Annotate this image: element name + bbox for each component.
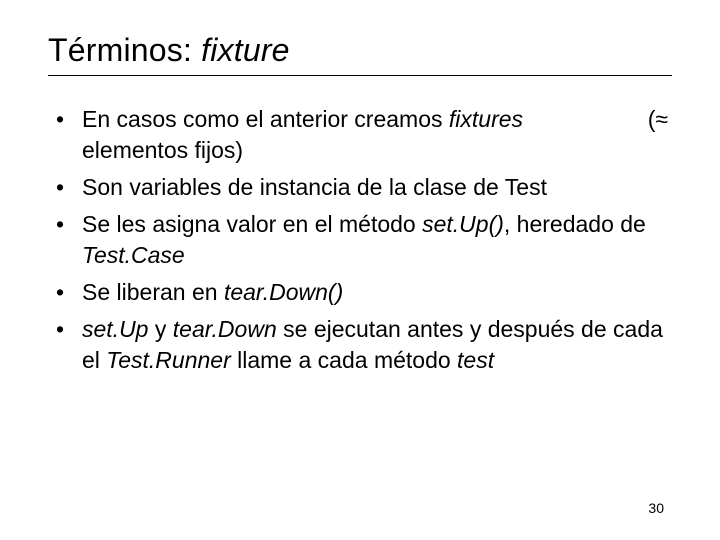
- bullet-text: , heredado de: [504, 211, 646, 237]
- list-item: Son variables de instancia de la clase d…: [56, 172, 668, 203]
- bullet-italic: Test.Runner: [106, 347, 230, 373]
- approx-symbol: (≈: [624, 104, 668, 135]
- bullet-italic: tear.Down: [173, 316, 277, 342]
- bullet-text: y: [148, 316, 172, 342]
- bullet-text: Son variables de instancia de la clase d…: [82, 174, 547, 200]
- bullet-text: Se les asigna valor en el método: [82, 211, 422, 237]
- bullet-italic: set.Up: [82, 316, 148, 342]
- bullet-italic: tear.Down(): [224, 279, 343, 305]
- slide: Términos: fixture En casos como el anter…: [0, 0, 720, 540]
- title-text: Términos:: [48, 32, 201, 68]
- bullet-italic: Test.Case: [82, 242, 185, 268]
- bullet-list: En casos como el anterior creamos fixtur…: [48, 104, 672, 376]
- bullet-text: llame a cada método: [231, 347, 457, 373]
- list-item: Se les asigna valor en el método set.Up(…: [56, 209, 668, 271]
- title-italic: fixture: [201, 32, 290, 68]
- bullet-italic: set.Up(): [422, 211, 504, 237]
- bullet-italic: fixtures: [449, 106, 523, 132]
- bullet-text: En casos como el anterior creamos: [82, 106, 449, 132]
- bullet-italic: test: [457, 347, 494, 373]
- list-item: set.Up y tear.Down se ejecutan antes y d…: [56, 314, 668, 376]
- bullet-text: elementos fijos): [82, 137, 243, 163]
- list-item: En casos como el anterior creamos fixtur…: [56, 104, 668, 166]
- page-number: 30: [648, 500, 664, 516]
- list-item: Se liberan en tear.Down(): [56, 277, 668, 308]
- bullet-text: Se liberan en: [82, 279, 224, 305]
- slide-title: Términos: fixture: [48, 32, 672, 76]
